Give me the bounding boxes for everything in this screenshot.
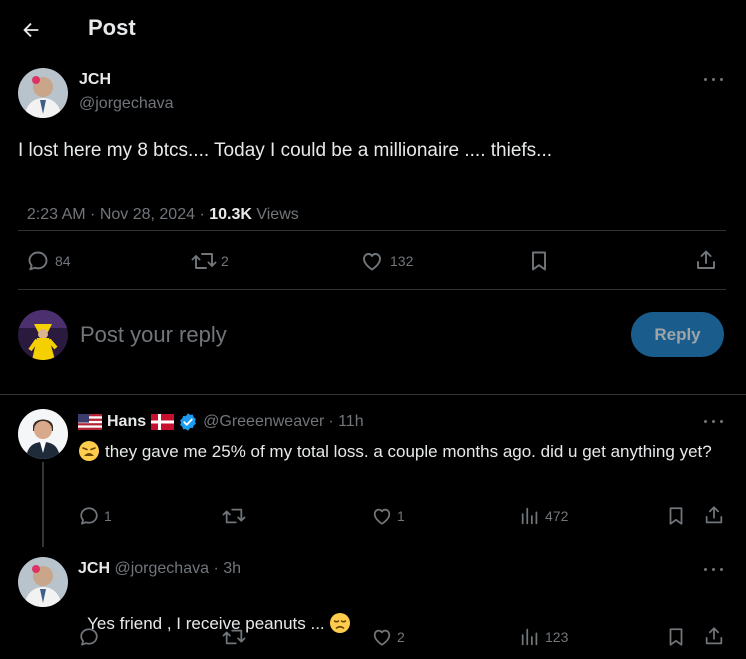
more-options-icon[interactable] — [703, 73, 725, 87]
repost-action[interactable]: 2 — [190, 249, 229, 273]
analytics-icon — [521, 628, 538, 646]
reply-time[interactable]: · 3h — [213, 560, 241, 577]
like-action[interactable]: 1 — [371, 505, 405, 527]
heart-icon — [363, 253, 381, 271]
avatar[interactable] — [18, 409, 68, 459]
author-handle[interactable]: @jorgechava — [79, 95, 174, 113]
repost-count: 2 — [221, 253, 229, 269]
reply-action[interactable]: 1 — [78, 505, 112, 527]
divider — [18, 289, 726, 290]
views-label: Views — [251, 206, 299, 223]
views-count: 472 — [545, 508, 569, 524]
bookmark-icon[interactable] — [665, 505, 687, 527]
reply-time[interactable]: · 11h — [328, 413, 363, 431]
denmark-flag-icon — [151, 414, 175, 430]
like-action[interactable]: 132 — [360, 249, 413, 273]
page-title: Post — [88, 15, 136, 40]
bookmark-icon[interactable] — [527, 249, 551, 273]
weary-face-icon — [79, 441, 99, 461]
reply-text: they gave me 25% of my total loss. a cou… — [78, 439, 718, 464]
thread-line — [42, 462, 44, 547]
reply-header: Hans @Greeenweaver · 11h — [78, 412, 364, 432]
avatar[interactable] — [18, 557, 68, 607]
reply-icon — [28, 251, 48, 271]
reply-icon — [80, 628, 98, 646]
reply-action[interactable] — [78, 626, 105, 648]
post-meta: 2:23 AM · Nov 28, 2024 · 10.3K Views — [18, 188, 299, 224]
views-action[interactable]: 472 — [519, 505, 568, 527]
share-icon[interactable] — [703, 504, 725, 526]
like-count: 132 — [390, 253, 414, 269]
post-timestamp[interactable]: 2:23 AM · Nov 28, 2024 · — [27, 206, 209, 223]
verified-badge-icon[interactable] — [178, 412, 198, 432]
more-options-icon[interactable] — [703, 415, 725, 429]
bookmark-icon[interactable] — [665, 626, 687, 648]
reply-action[interactable]: 84 — [26, 249, 71, 273]
avatar[interactable] — [18, 68, 68, 118]
back-arrow-icon[interactable] — [20, 19, 42, 41]
reply-text: Yes friend , I receive peanuts ... — [78, 586, 351, 636]
reply-author-name[interactable]: Hans — [107, 413, 146, 431]
reply-header: JCH @jorgechava · 3h — [78, 560, 241, 578]
divider — [18, 230, 726, 231]
like-count: 2 — [397, 629, 405, 645]
share-icon[interactable] — [694, 248, 718, 272]
like-action[interactable]: 2 — [371, 626, 405, 648]
reply-author-handle[interactable]: @jorgechava — [114, 560, 209, 577]
repost-icon — [191, 253, 217, 269]
reply-icon — [80, 507, 98, 525]
analytics-icon — [521, 507, 538, 525]
disappointed-face-icon — [330, 613, 351, 633]
reply-button[interactable]: Reply — [631, 312, 724, 357]
reply-author-name[interactable]: JCH — [78, 560, 110, 577]
like-count: 1 — [397, 508, 405, 524]
repost-action[interactable] — [221, 505, 252, 527]
reply-count: 1 — [104, 508, 112, 524]
reply-input[interactable] — [80, 318, 600, 352]
views-action[interactable]: 123 — [519, 626, 568, 648]
heart-icon — [373, 508, 391, 525]
us-flag-icon — [78, 414, 102, 430]
post-text: I lost here my 8 btcs.... Today I could … — [18, 140, 553, 161]
divider — [0, 394, 746, 395]
more-options-icon[interactable] — [703, 563, 725, 577]
repost-icon — [222, 629, 246, 645]
reply-count: 84 — [55, 253, 71, 269]
author-name[interactable]: JCH — [79, 71, 111, 89]
repost-icon — [222, 508, 246, 524]
repost-action[interactable] — [221, 626, 252, 648]
heart-icon — [373, 629, 391, 646]
views-count: 123 — [545, 629, 569, 645]
reply-author-handle[interactable]: @Greeenweaver — [203, 413, 324, 431]
current-user-avatar[interactable] — [18, 310, 68, 360]
share-icon[interactable] — [703, 625, 725, 647]
views-count: 10.3K — [209, 206, 252, 223]
